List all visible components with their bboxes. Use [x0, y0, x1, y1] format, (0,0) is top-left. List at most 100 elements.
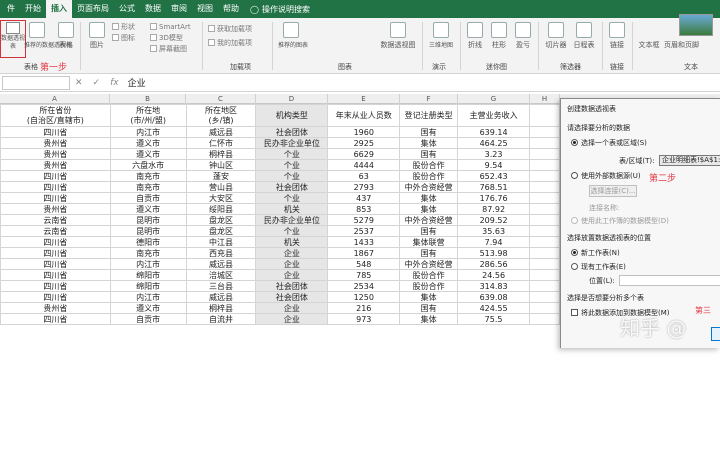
- cell[interactable]: 四川省: [0, 269, 111, 281]
- cell[interactable]: 社会团体: [255, 181, 329, 193]
- cell[interactable]: 绥阳县: [185, 203, 257, 215]
- cell[interactable]: 贵州省: [0, 148, 111, 160]
- cell[interactable]: 24.56: [457, 269, 531, 281]
- formula-input[interactable]: 企业: [128, 76, 146, 89]
- cell[interactable]: 6629: [327, 148, 401, 160]
- ribbon-tab[interactable]: 审阅: [166, 0, 192, 18]
- empty-cell[interactable]: [529, 137, 560, 149]
- cell[interactable]: 国有: [399, 126, 459, 138]
- empty-cell[interactable]: [529, 291, 560, 303]
- cell[interactable]: 464.25: [457, 137, 531, 149]
- cell[interactable]: 1867: [327, 247, 401, 259]
- empty-cell[interactable]: [529, 247, 560, 259]
- cell[interactable]: 中外合资经营: [399, 214, 459, 226]
- range-input[interactable]: 企业明细表!$A$1:$G$843: [659, 155, 720, 166]
- cell[interactable]: 遵义市: [109, 148, 187, 160]
- tell-me-search[interactable]: ◯ 操作说明搜索: [250, 4, 310, 15]
- cell[interactable]: 自贡市: [109, 192, 187, 204]
- cell[interactable]: 35.63: [457, 225, 531, 237]
- empty-cell[interactable]: [529, 236, 560, 248]
- cell[interactable]: 绵阳市: [109, 280, 187, 292]
- header-footer-button[interactable]: 页眉和页脚: [664, 40, 699, 50]
- cell[interactable]: 四川省: [0, 258, 111, 270]
- cell[interactable]: 贵州省: [0, 302, 111, 314]
- cell[interactable]: 钟山区: [185, 159, 257, 171]
- cell[interactable]: 自流井: [185, 313, 257, 325]
- cell[interactable]: 87.92: [457, 203, 531, 215]
- cell[interactable]: 大安区: [185, 192, 257, 204]
- column-title[interactable]: 机构类型: [255, 104, 329, 127]
- cell[interactable]: 绵阳市: [109, 269, 187, 281]
- choose-connection-button[interactable]: 选择连接(C)...: [589, 185, 637, 197]
- cell[interactable]: 盘龙区: [185, 214, 257, 226]
- cell[interactable]: 768.51: [457, 181, 531, 193]
- cell[interactable]: 785: [327, 269, 401, 281]
- pivot-table-button[interactable]: 数据透视表: [0, 20, 26, 58]
- cell[interactable]: 853: [327, 203, 401, 215]
- cell[interactable]: 集体: [399, 313, 459, 325]
- empty-cell[interactable]: [529, 203, 560, 215]
- 3d-map-button[interactable]: 三维地图: [428, 22, 454, 49]
- cell[interactable]: 企业: [255, 313, 329, 325]
- column-header[interactable]: B: [110, 94, 186, 104]
- column-header[interactable]: G: [458, 94, 530, 104]
- radio-select-table[interactable]: [571, 139, 578, 146]
- empty-cell[interactable]: [529, 159, 560, 171]
- cell[interactable]: 机关: [255, 203, 329, 215]
- cell[interactable]: 424.55: [457, 302, 531, 314]
- cell[interactable]: 桐梓县: [185, 148, 257, 160]
- cell[interactable]: 民办非企业单位: [255, 137, 329, 149]
- column-title[interactable]: 所在省份 (自治区/直辖市): [0, 104, 111, 127]
- ribbon-tab[interactable]: 数据: [140, 0, 166, 18]
- cell[interactable]: 内江市: [109, 291, 187, 303]
- cell[interactable]: 仁怀市: [185, 137, 257, 149]
- cell[interactable]: 三台县: [185, 280, 257, 292]
- cell[interactable]: 209.52: [457, 214, 531, 226]
- cell[interactable]: 企业: [255, 247, 329, 259]
- location-input[interactable]: [619, 275, 720, 286]
- cell[interactable]: 集体: [399, 137, 459, 149]
- cell[interactable]: 5279: [327, 214, 401, 226]
- cell[interactable]: 个业: [255, 148, 329, 160]
- pivot-chart-button[interactable]: 数据透视图: [380, 22, 416, 50]
- column-title[interactable]: 所在地 (市/州/盟): [109, 104, 187, 127]
- cell[interactable]: 国有: [399, 225, 459, 237]
- cell[interactable]: 集体联营: [399, 236, 459, 248]
- cell[interactable]: 2793: [327, 181, 401, 193]
- cell[interactable]: 桐梓县: [185, 302, 257, 314]
- empty-cell[interactable]: [529, 258, 560, 270]
- 3d-model-button[interactable]: 3D模型: [150, 33, 183, 43]
- empty-cell[interactable]: [529, 302, 560, 314]
- cell[interactable]: 股份合作: [399, 280, 459, 292]
- cell[interactable]: 股份合作: [399, 269, 459, 281]
- cell[interactable]: 企业: [255, 269, 329, 281]
- cell[interactable]: 个业: [255, 192, 329, 204]
- cell[interactable]: 四川省: [0, 247, 111, 259]
- cell[interactable]: 四川省: [0, 313, 111, 325]
- cell[interactable]: 营山县: [185, 181, 257, 193]
- column-header[interactable]: F: [400, 94, 458, 104]
- cell[interactable]: 民办非企业单位: [255, 214, 329, 226]
- cell[interactable]: 集体: [399, 291, 459, 303]
- cell[interactable]: 四川省: [0, 192, 111, 204]
- cell[interactable]: 314.83: [457, 280, 531, 292]
- cell[interactable]: 威远县: [185, 258, 257, 270]
- cell[interactable]: 639.08: [457, 291, 531, 303]
- cell[interactable]: 企业: [255, 302, 329, 314]
- cell[interactable]: 云南省: [0, 214, 111, 226]
- cell[interactable]: 1960: [327, 126, 401, 138]
- cell[interactable]: 社会团体: [255, 126, 329, 138]
- cell[interactable]: 四川省: [0, 170, 111, 182]
- cell[interactable]: 652.43: [457, 170, 531, 182]
- cell[interactable]: 昆明市: [109, 225, 187, 237]
- cell[interactable]: 216: [327, 302, 401, 314]
- empty-cell[interactable]: [529, 269, 560, 281]
- smartart-button[interactable]: SmartArt: [150, 22, 191, 32]
- cell[interactable]: 639.14: [457, 126, 531, 138]
- picture-button[interactable]: 图片: [88, 22, 106, 50]
- sparkline-line-button[interactable]: 折线: [466, 22, 484, 50]
- cell[interactable]: 威远县: [185, 126, 257, 138]
- cell[interactable]: 国有: [399, 247, 459, 259]
- cell[interactable]: 513.98: [457, 247, 531, 259]
- cell[interactable]: 机关: [255, 236, 329, 248]
